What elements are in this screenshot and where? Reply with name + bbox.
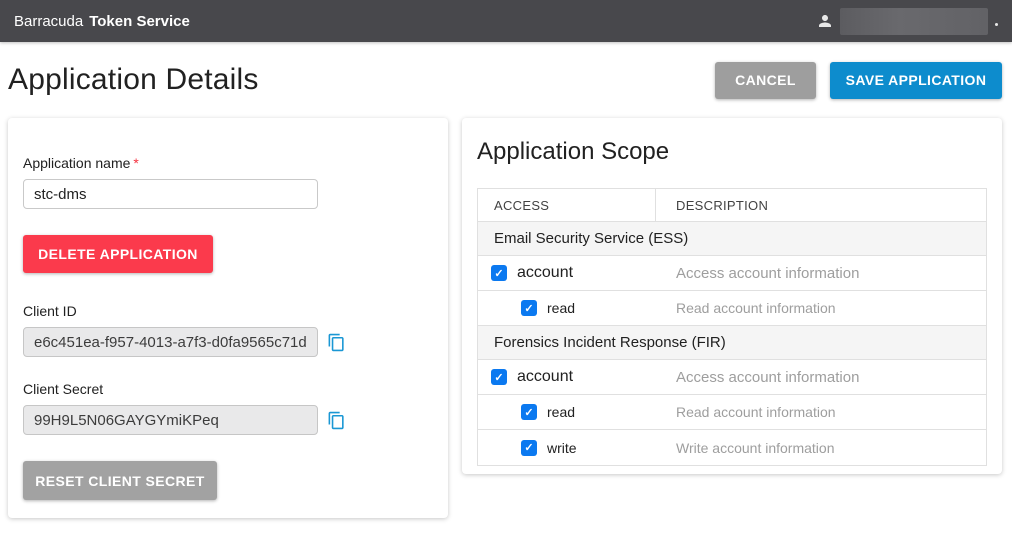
- client-id-value: e6c451ea-f957-4013-a7f3-d0fa9565c71d: [23, 327, 318, 357]
- scope-description: Access account information: [656, 369, 986, 386]
- scope-section-header: Forensics Incident Response (FIR): [478, 326, 986, 360]
- header-actions: CANCEL SAVE APPLICATION: [715, 62, 1002, 99]
- scope-row: ✓ account Access account information: [478, 360, 986, 395]
- description-column-label: DESCRIPTION: [676, 198, 768, 213]
- delete-application-button[interactable]: DELETE APPLICATION: [23, 235, 213, 273]
- access-column-label: ACCESS: [494, 198, 549, 213]
- brand-name: Barracuda: [14, 13, 83, 30]
- scope-access-name: account: [517, 264, 573, 282]
- access-column-header: ACCESS: [478, 189, 656, 221]
- reset-client-secret-button[interactable]: RESET CLIENT SECRET: [23, 461, 217, 500]
- client-id-row: e6c451ea-f957-4013-a7f3-d0fa9565c71d: [23, 327, 433, 357]
- scope-checkbox[interactable]: ✓: [521, 404, 537, 420]
- scope-row: ✓ read Read account information: [478, 291, 986, 326]
- scope-access-name: account: [517, 368, 573, 386]
- copy-icon: [327, 340, 346, 355]
- save-application-button[interactable]: SAVE APPLICATION: [830, 62, 1002, 99]
- scope-checkbox[interactable]: ✓: [521, 440, 537, 456]
- copy-icon: [327, 418, 346, 433]
- scope-access-cell: ✓ read: [478, 404, 656, 420]
- required-asterisk: *: [133, 155, 138, 171]
- cancel-button[interactable]: CANCEL: [715, 62, 816, 99]
- scope-checkbox[interactable]: ✓: [491, 265, 507, 281]
- scope-access-cell: ✓ account: [478, 368, 656, 386]
- scope-access-name: read: [547, 404, 575, 420]
- scope-title: Application Scope: [477, 138, 987, 166]
- user-menu[interactable]: [816, 8, 998, 35]
- scope-access-cell: ✓ read: [478, 300, 656, 316]
- scope-table-header: ACCESS DESCRIPTION: [478, 189, 986, 222]
- product-name: Token Service: [89, 13, 190, 30]
- application-details-card: Application name* DELETE APPLICATION Cli…: [8, 118, 448, 518]
- scope-description: Read account information: [656, 300, 986, 316]
- scope-access-name: write: [547, 440, 577, 456]
- client-id-label: Client ID: [23, 303, 433, 319]
- page-header: Application Details CANCEL SAVE APPLICAT…: [0, 42, 1012, 118]
- page-title: Application Details: [8, 63, 259, 97]
- scope-table: ACCESS DESCRIPTION Email Security Servic…: [477, 188, 987, 466]
- application-name-input[interactable]: [23, 179, 318, 209]
- scope-access-cell: ✓ account: [478, 264, 656, 282]
- copy-client-id-button[interactable]: [327, 333, 346, 352]
- user-text-fragment: [995, 23, 998, 26]
- scope-row: ✓ write Write account information: [478, 430, 986, 465]
- scope-description: Access account information: [656, 265, 986, 282]
- application-name-label: Application name*: [23, 155, 433, 171]
- person-icon: [816, 12, 834, 30]
- client-secret-label: Client Secret: [23, 381, 433, 397]
- scope-table-body: Email Security Service (ESS) ✓ account Acce…: [478, 222, 986, 465]
- scope-checkbox[interactable]: ✓: [521, 300, 537, 316]
- scope-checkbox[interactable]: ✓: [491, 369, 507, 385]
- scope-row: ✓ read Read account information: [478, 395, 986, 430]
- scope-section-header: Email Security Service (ESS): [478, 222, 986, 256]
- top-bar: Barracuda Token Service: [0, 0, 1012, 42]
- client-secret-row: 99H9L5N06GAYGYmiKPeq: [23, 405, 433, 435]
- scope-description: Read account information: [656, 404, 986, 420]
- scope-access-name: read: [547, 300, 575, 316]
- description-column-header: DESCRIPTION: [656, 189, 986, 221]
- scope-row: ✓ account Access account information: [478, 256, 986, 291]
- application-name-label-text: Application name: [23, 155, 130, 171]
- application-scope-card: Application Scope ACCESS DESCRIPTION Ema…: [462, 118, 1002, 474]
- user-name-redacted: [840, 8, 988, 35]
- scope-access-cell: ✓ write: [478, 440, 656, 456]
- copy-client-secret-button[interactable]: [327, 411, 346, 430]
- client-secret-value: 99H9L5N06GAYGYmiKPeq: [23, 405, 318, 435]
- scope-description: Write account information: [656, 440, 986, 456]
